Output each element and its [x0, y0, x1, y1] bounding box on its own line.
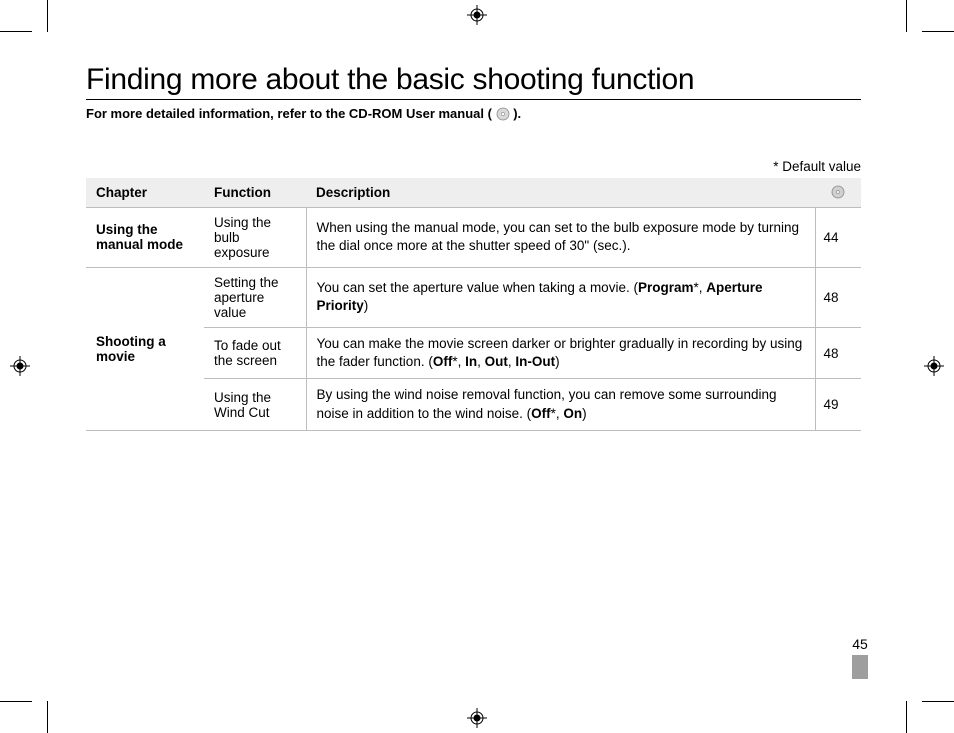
header-page-icon [815, 178, 861, 208]
cell-chapter: Shooting a movie [86, 267, 204, 430]
table-header-row: Chapter Function Description [86, 178, 861, 208]
page-number: 45 [852, 636, 868, 679]
table-row: Shooting a movie Setting the aperture va… [86, 267, 861, 327]
registration-mark-icon [924, 356, 944, 376]
cell-description: By using the wind noise removal function… [306, 379, 815, 430]
registration-mark-icon [467, 708, 487, 728]
registration-mark-icon [467, 5, 487, 25]
header-description: Description [306, 178, 815, 208]
registration-mark-icon [10, 356, 30, 376]
cell-page: 44 [815, 207, 861, 267]
default-value-note: * Default value [86, 159, 861, 174]
cell-description: When using the manual mode, you can set … [306, 207, 815, 267]
cell-description: You can set the aperture value when taki… [306, 267, 815, 327]
page-tab-marker [852, 655, 868, 679]
page-title: Finding more about the basic shooting fu… [86, 63, 861, 100]
cell-function: Using the bulb exposure [204, 207, 306, 267]
reference-table: Chapter Function Description Using the m… [86, 178, 861, 431]
cell-page: 48 [815, 327, 861, 378]
subtitle: For more detailed information, refer to … [86, 106, 861, 123]
cell-description: You can make the movie screen darker or … [306, 327, 815, 378]
header-function: Function [204, 178, 306, 208]
header-chapter: Chapter [86, 178, 204, 208]
cell-function: To fade out the screen [204, 327, 306, 378]
cell-function: Using the Wind Cut [204, 379, 306, 430]
cd-rom-icon [496, 107, 510, 121]
table-row: Using the manual mode Using the bulb exp… [86, 207, 861, 267]
cell-page: 48 [815, 267, 861, 327]
cell-function: Setting the aperture value [204, 267, 306, 327]
cell-page: 49 [815, 379, 861, 430]
cell-chapter: Using the manual mode [86, 207, 204, 267]
